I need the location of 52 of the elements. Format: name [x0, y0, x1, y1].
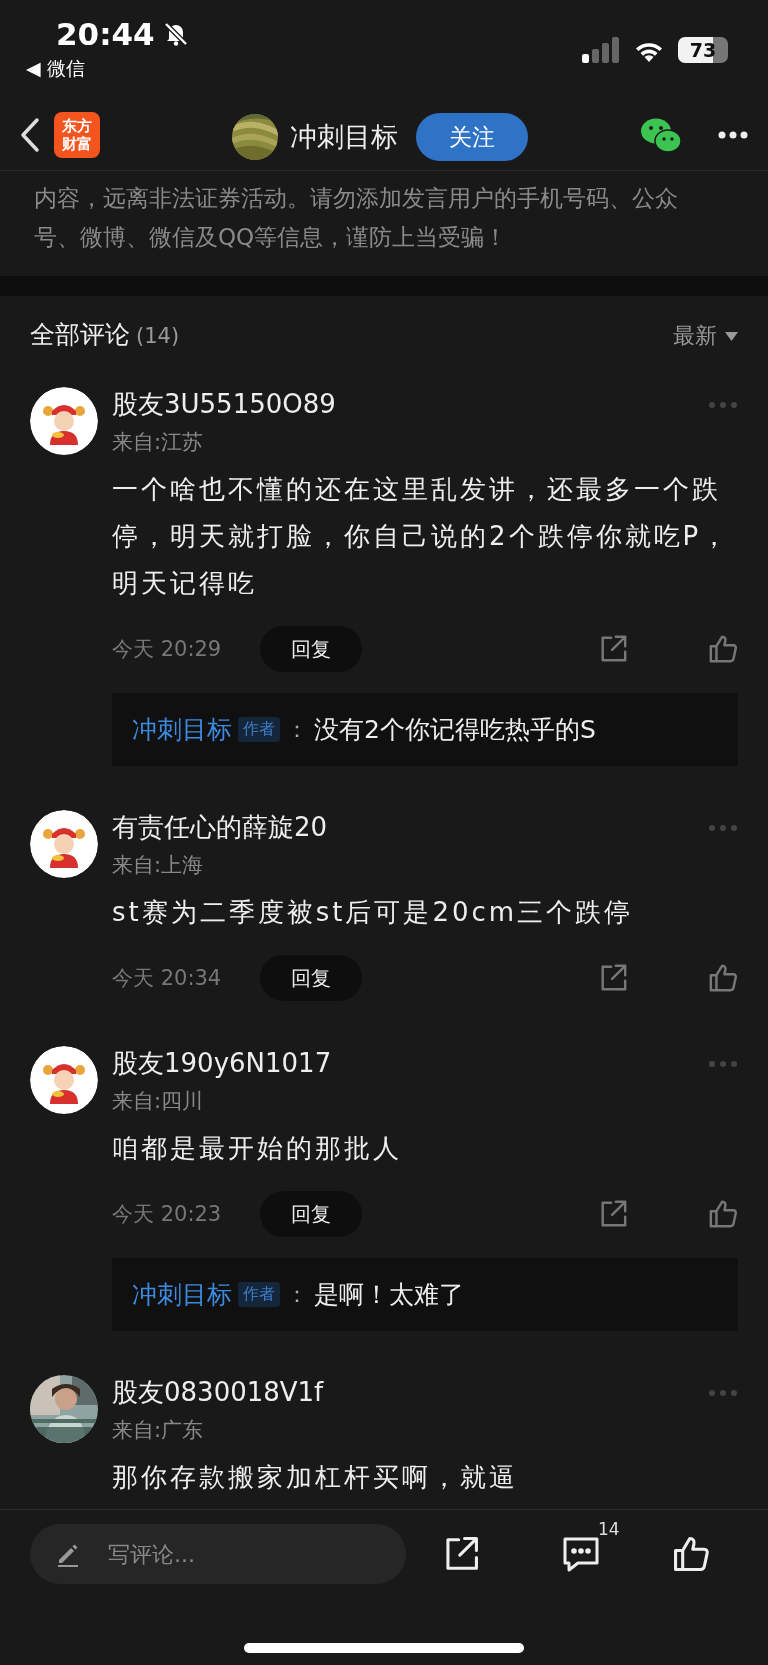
separator: ：: [286, 1280, 308, 1309]
risk-notice: 内容，远离非法证券活动。请勿添加发言用户的手机号码、公众号、微博、微信及QQ等信息，谨防上当受骗！: [34, 184, 679, 252]
comment-time: 今天 20:29: [112, 636, 223, 663]
comment-count-label: 14: [598, 1519, 620, 1539]
comment-count: (14): [136, 324, 180, 348]
battery-indicator: 73: [678, 37, 728, 63]
comments-title: 全部评论: [30, 319, 130, 351]
author-name: 冲刺目标: [290, 120, 398, 154]
cartoon-avatar[interactable]: [30, 1046, 98, 1114]
sort-dropdown[interactable]: 最新: [673, 321, 738, 351]
user-name[interactable]: 股友3U55150O89: [112, 387, 336, 422]
status-time: 20:44: [56, 16, 155, 52]
author-badge: 作者: [238, 717, 280, 742]
back-to-app-link[interactable]: ◀ 微信: [26, 56, 189, 82]
comment-icon[interactable]: [562, 1535, 600, 1573]
separator: ：: [286, 715, 308, 744]
thumbs-up-icon[interactable]: [708, 1199, 738, 1229]
thumbs-up-icon[interactable]: [672, 1535, 710, 1573]
user-name[interactable]: 有责任心的薛旋20: [112, 810, 328, 845]
app-logo: 东方 财富: [54, 112, 100, 158]
reply-button[interactable]: 回复: [260, 955, 362, 1001]
follow-button[interactable]: 关注: [416, 113, 528, 161]
user-name[interactable]: 股友190y6N1017: [112, 1046, 332, 1081]
chat-bubbles-icon[interactable]: [640, 116, 682, 154]
reply-button[interactable]: 回复: [260, 1191, 362, 1237]
user-location: 来自:江苏: [112, 429, 205, 456]
signal-icon: [582, 37, 620, 63]
comment-text: st赛为二季度被st后可是20cm三个跌停: [112, 896, 635, 929]
comment-text: 一个啥也不懂的还在这里乱发讲，还最多一个跌停，明天就打脸，你自己说的2个跌停你就吃P，明天记得吃: [112, 473, 732, 600]
caret-icon[interactable]: [725, 331, 738, 341]
reply-button[interactable]: 回复: [260, 626, 362, 672]
reply-author[interactable]: 冲刺目标: [132, 713, 232, 746]
reply-text: 是啊！太难了: [314, 1279, 464, 1311]
cartoon-avatar[interactable]: [30, 810, 98, 878]
more-icon[interactable]: [718, 131, 748, 139]
user-location: 来自:上海: [112, 852, 205, 879]
cartoon-avatar[interactable]: [30, 387, 98, 455]
user-location: 来自:广东: [112, 1417, 205, 1444]
reply-author[interactable]: 冲刺目标: [132, 1278, 232, 1311]
bell-slash-icon: [162, 21, 189, 47]
author-badge: 作者: [238, 1282, 280, 1307]
thumbs-up-icon[interactable]: [708, 634, 738, 664]
comment-text: 咱都是最开始的那批人: [112, 1132, 403, 1165]
back-icon[interactable]: [20, 117, 40, 153]
comment-input-field[interactable]: 写评论...: [30, 1524, 406, 1584]
comment-time: 今天 20:23: [112, 1201, 223, 1228]
reply-text: 没有2个你记得吃热乎的S: [314, 714, 596, 746]
user-location: 来自:四川: [112, 1088, 205, 1115]
user-name[interactable]: 股友0830018V1f: [112, 1375, 324, 1410]
thumbs-up-icon[interactable]: [708, 963, 738, 993]
comment-text: 那你存款搬家加杠杆买啊，就逼: [112, 1461, 519, 1494]
comment-time: 今天 20:34: [112, 965, 223, 992]
